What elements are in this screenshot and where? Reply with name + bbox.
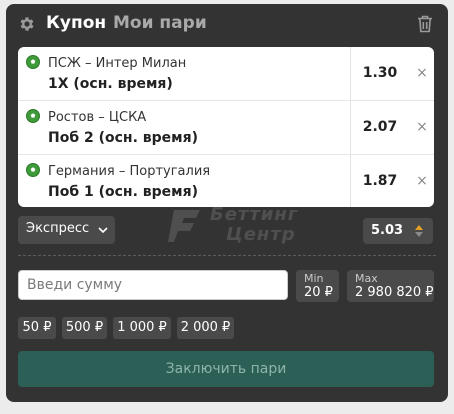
bet-list: ПСЖ – Интер Милан 1X (осн. время) 1.30 ×… <box>18 47 434 207</box>
bet-item: ПСЖ – Интер Милан 1X (осн. время) 1.30 × <box>18 47 434 101</box>
up-down-arrows-icon <box>415 225 423 237</box>
place-bet-button[interactable]: Заключить пари <box>18 351 434 387</box>
match-name: Германия – Португалия <box>48 164 211 179</box>
watermark-text: Центр <box>226 224 296 245</box>
quick-amount-button[interactable]: 500 ₽ <box>62 317 107 339</box>
logo-mark <box>168 210 200 242</box>
gear-icon[interactable] <box>18 15 36 33</box>
soccer-ball-icon <box>26 163 40 177</box>
tab-my-bets[interactable]: Мои пари <box>113 13 207 33</box>
quick-amount-button[interactable]: 50 ₽ <box>18 317 56 339</box>
total-odds-value: 5.03 <box>371 223 404 238</box>
max-stake: Max 2 980 820 ₽ <box>347 270 434 302</box>
bet-type-label: Экспресс <box>26 221 90 236</box>
watermark-text: Беттинг <box>210 204 299 225</box>
match-name: ПСЖ – Интер Милан <box>48 56 187 71</box>
trash-icon[interactable] <box>416 14 434 34</box>
bet-odds: 1.30 <box>362 65 398 81</box>
bet-odds: 2.07 <box>362 119 398 135</box>
stake-amount-input[interactable] <box>18 270 288 300</box>
chevron-down-icon <box>98 227 108 234</box>
bet-type-dropdown[interactable]: Экспресс <box>18 216 115 244</box>
dashed-divider <box>18 255 436 256</box>
soccer-ball-icon <box>26 55 40 69</box>
min-stake: Min 20 ₽ <box>296 270 339 302</box>
quick-amount-button[interactable]: 2 000 ₽ <box>177 317 234 339</box>
tab-coupon[interactable]: Купон <box>46 13 106 33</box>
bet-selection: Поб 2 (осн. время) <box>48 130 198 146</box>
soccer-ball-icon <box>26 109 40 123</box>
coupon-header: Купон Мои пари <box>6 4 448 44</box>
bet-selection: 1X (осн. время) <box>48 76 173 92</box>
coupon-panel: Купон Мои пари ПСЖ – Интер Милан 1X (осн… <box>6 4 448 402</box>
watermark-logo: Беттинг Центр <box>164 200 314 252</box>
remove-bet-button[interactable]: × <box>416 173 428 189</box>
max-label: Max <box>355 272 378 285</box>
remove-bet-button[interactable]: × <box>416 65 428 81</box>
min-value: 20 ₽ <box>304 285 333 300</box>
bet-selection: Поб 1 (осн. время) <box>48 184 198 200</box>
min-label: Min <box>304 272 324 285</box>
bet-odds: 1.87 <box>362 173 398 189</box>
max-value: 2 980 820 ₽ <box>355 285 434 300</box>
remove-bet-button[interactable]: × <box>416 119 428 135</box>
total-odds-badge: 5.03 <box>363 218 433 244</box>
bet-item: Ростов – ЦСКА Поб 2 (осн. время) 2.07 × <box>18 101 434 155</box>
quick-amount-button[interactable]: 1 000 ₽ <box>113 317 171 339</box>
match-name: Ростов – ЦСКА <box>48 110 147 125</box>
